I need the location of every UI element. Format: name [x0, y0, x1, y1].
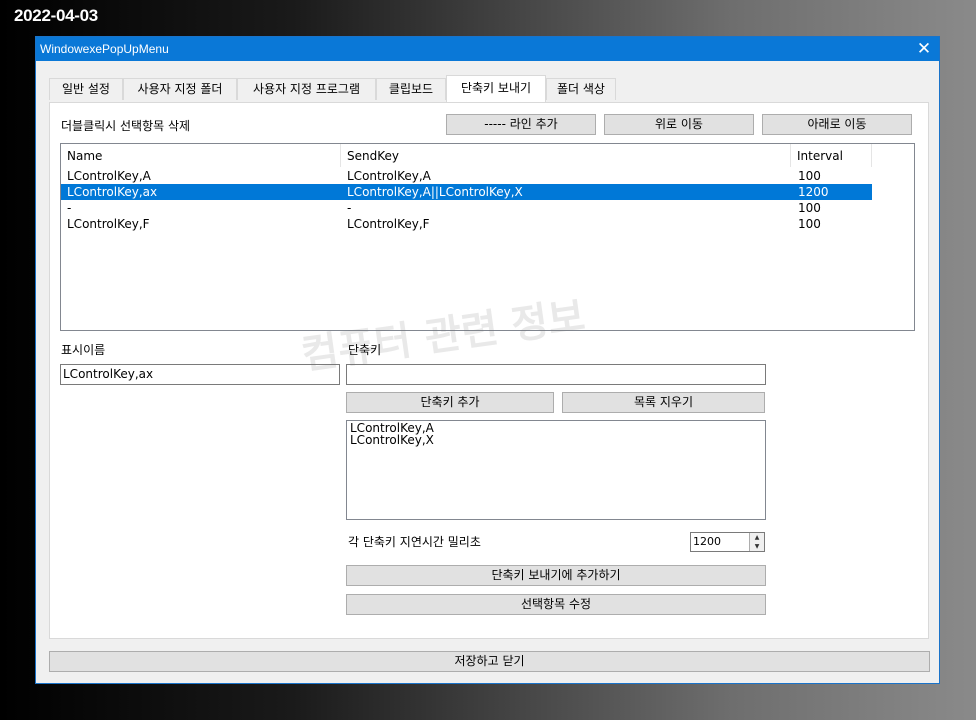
list-item[interactable]: LControlKey,X: [350, 434, 762, 446]
row-name: LControlKey,F: [67, 217, 150, 231]
clear-list-button[interactable]: 목록 지우기: [562, 392, 765, 413]
row-sendkey: LControlKey,F: [347, 217, 430, 231]
delay-value: 1200: [693, 535, 721, 548]
table-row[interactable]: LControlKey,F LControlKey,F 100: [61, 216, 872, 232]
add-to-sender-button[interactable]: 단축키 보내기에 추가하기: [346, 565, 766, 586]
row-name: -: [67, 201, 72, 215]
tab-folder-color[interactable]: 폴더 색상: [546, 78, 616, 100]
table-row[interactable]: - - 100: [61, 200, 872, 216]
move-up-button[interactable]: 위로 이동: [604, 114, 754, 135]
window-title: WindowexePopUpMenu: [40, 42, 169, 56]
row-interval: 100: [798, 169, 821, 183]
shortcut-label: 단축키: [348, 343, 382, 357]
table-row-selected[interactable]: LControlKey,ax LControlKey,A||LControlKe…: [61, 184, 872, 200]
shortcut-listview[interactable]: Name SendKey Interval LControlKey,A LCon…: [60, 143, 915, 331]
row-name: LControlKey,A: [67, 169, 151, 183]
modify-selected-button[interactable]: 선택항목 수정: [346, 594, 766, 615]
shortcut-input[interactable]: [346, 364, 766, 385]
row-sendkey: LControlKey,A||LControlKey,X: [347, 185, 523, 199]
row-interval: 1200: [798, 185, 829, 199]
tab-custom-folder[interactable]: 사용자 지정 폴더: [123, 78, 237, 100]
row-sendkey: LControlKey,A: [347, 169, 431, 183]
column-header-interval[interactable]: Interval: [791, 144, 872, 167]
delay-label: 각 단축키 지연시간 밀리초: [348, 535, 481, 549]
title-bar: WindowexePopUpMenu ✕: [36, 37, 939, 61]
shortcut-keys-listbox[interactable]: LControlKey,A LControlKey,X: [346, 420, 766, 520]
app-window: WindowexePopUpMenu ✕ 일반 설정 사용자 지정 폴더 사용자…: [35, 36, 940, 684]
add-line-button[interactable]: ----- 라인 추가: [446, 114, 596, 135]
listview-header: Name SendKey Interval: [61, 144, 873, 167]
close-icon[interactable]: ✕: [909, 37, 939, 61]
row-sendkey: -: [347, 201, 352, 215]
client-area: 일반 설정 사용자 지정 폴더 사용자 지정 프로그램 클립보드 단축키 보내기…: [36, 61, 939, 683]
tab-custom-program[interactable]: 사용자 지정 프로그램: [237, 78, 376, 100]
row-interval: 100: [798, 217, 821, 231]
save-and-close-button[interactable]: 저장하고 닫기: [49, 651, 930, 672]
column-header-name[interactable]: Name: [61, 144, 341, 167]
display-name-input[interactable]: LControlKey,ax: [60, 364, 340, 385]
spinner-buttons: ▲ ▼: [749, 533, 764, 551]
add-shortcut-button[interactable]: 단축키 추가: [346, 392, 554, 413]
tab-clipboard[interactable]: 클립보드: [376, 78, 446, 100]
send-shortcut-panel: 더블클릭시 선택항목 삭제 ----- 라인 추가 위로 이동 아래로 이동 N…: [49, 102, 929, 639]
delay-spinner[interactable]: 1200 ▲ ▼: [690, 532, 765, 552]
tab-general-settings[interactable]: 일반 설정: [49, 78, 123, 100]
row-interval: 100: [798, 201, 821, 215]
delete-hint-label: 더블클릭시 선택항목 삭제: [61, 119, 191, 133]
spin-down-icon[interactable]: ▼: [750, 542, 764, 551]
tab-send-shortcut[interactable]: 단축키 보내기: [446, 75, 546, 102]
table-row[interactable]: LControlKey,A LControlKey,A 100: [61, 168, 872, 184]
display-name-label: 표시이름: [61, 343, 106, 357]
date-stamp: 2022-04-03: [14, 6, 98, 25]
column-header-sendkey[interactable]: SendKey: [341, 144, 791, 167]
row-name: LControlKey,ax: [67, 185, 158, 199]
move-down-button[interactable]: 아래로 이동: [762, 114, 912, 135]
